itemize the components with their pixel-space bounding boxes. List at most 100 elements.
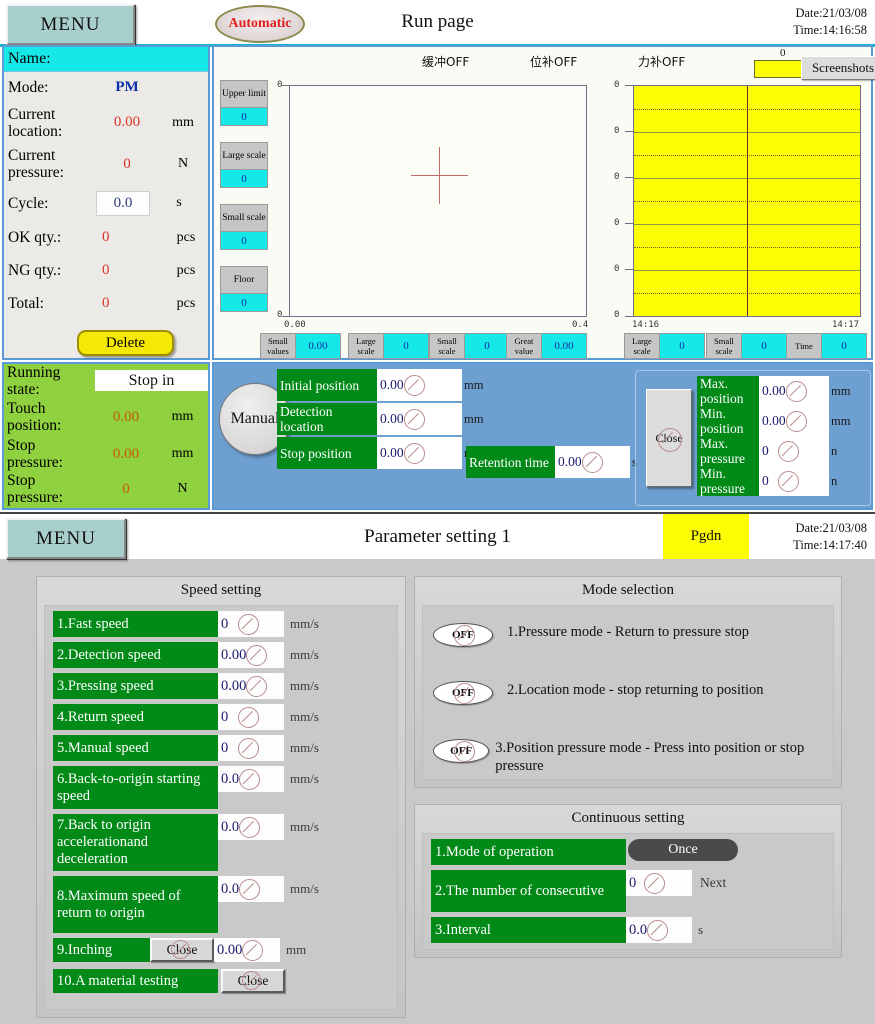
- scale-value[interactable]: 0: [220, 294, 268, 312]
- mode-toggle-location[interactable]: OFF: [433, 681, 493, 705]
- info-label: OK qty.:: [8, 229, 62, 246]
- readout-value[interactable]: 0.00: [296, 333, 341, 359]
- continuous-setting-title: Continuous setting: [571, 809, 685, 826]
- speed-row-max-return-speed[interactable]: 8.Maximum speed of return to origin 0.0 …: [53, 876, 319, 933]
- info-panel: Name: Mode: PM Current location: 0.00 mm…: [2, 45, 210, 360]
- menu-button[interactable]: MENU: [6, 4, 135, 45]
- field-input[interactable]: 0: [759, 436, 829, 466]
- right-plot-xtick-end: 14:17: [832, 320, 860, 330]
- scale-group-floor[interactable]: Floor 0: [220, 266, 268, 312]
- readout-value[interactable]: 0: [465, 333, 510, 359]
- row-input[interactable]: 0: [218, 735, 284, 761]
- prohibited-icon: [454, 625, 475, 646]
- field-min-position[interactable]: Min. position 0.00 mm: [697, 406, 850, 436]
- row-label: 1.Fast speed: [53, 611, 218, 637]
- delete-button[interactable]: Delete: [77, 330, 174, 356]
- readout-right-small-scale[interactable]: Small scale 0: [706, 333, 787, 359]
- field-detection-location[interactable]: Detection location 0.00 mm: [277, 403, 483, 435]
- readout-value[interactable]: 0: [384, 333, 429, 359]
- menu-button-2[interactable]: MENU: [6, 518, 126, 559]
- readout-great-value[interactable]: Great value 0.00: [506, 333, 587, 359]
- field-max-pressure[interactable]: Max. pressure 0 n: [697, 436, 837, 466]
- scale-value[interactable]: 0: [220, 108, 268, 126]
- row-input[interactable]: 0: [626, 870, 692, 896]
- row-unit: mm/s: [290, 616, 319, 631]
- readout-large-scale[interactable]: Large scale 0: [348, 333, 429, 359]
- row-label: 8.Maximum speed of return to origin: [53, 876, 218, 933]
- speed-row-detection-speed[interactable]: 2.Detection speed 0.00 mm/s: [53, 642, 319, 668]
- mode-toggle-position-pressure[interactable]: OFF: [433, 739, 490, 763]
- readout-right-time[interactable]: Time 0: [786, 333, 867, 359]
- field-stop-position[interactable]: Stop position 0.00 mm: [277, 437, 483, 469]
- row-input[interactable]: 0.00: [214, 938, 280, 962]
- field-value: 0.00: [380, 377, 404, 392]
- row-input[interactable]: 0.0: [218, 814, 284, 840]
- field-input[interactable]: 0.00: [555, 446, 630, 478]
- inching-close-button[interactable]: Close: [150, 938, 214, 962]
- field-input[interactable]: 0.00: [759, 376, 829, 406]
- page-down-button[interactable]: Pgdn: [663, 514, 749, 559]
- readout-label: Small values: [260, 333, 296, 359]
- speed-row-fast-speed[interactable]: 1.Fast speed 0 mm/s: [53, 611, 319, 637]
- scale-group-small-scale[interactable]: Small scale 0: [220, 204, 268, 250]
- prohibited-icon: [644, 872, 666, 894]
- field-input[interactable]: 0.00: [377, 403, 462, 435]
- field-min-pressure[interactable]: Min. pressure 0 n: [697, 466, 837, 496]
- speed-row-back-to-origin-accel[interactable]: 7.Back to origin accelerationand deceler…: [53, 814, 319, 871]
- continuous-row-interval[interactable]: 3.Interval 0.0 s: [431, 917, 703, 943]
- speed-row-material-testing[interactable]: 10.A material testing Close: [53, 969, 285, 993]
- field-input[interactable]: 0: [759, 466, 829, 496]
- scale-group-upper-limit[interactable]: Upper limit 0: [220, 80, 268, 126]
- readout-value[interactable]: 0: [822, 333, 867, 359]
- readout-value[interactable]: 0.00: [542, 333, 587, 359]
- readout-small-values[interactable]: Small values 0.00: [260, 333, 341, 359]
- continuous-row-mode-of-operation[interactable]: 1.Mode of operation Once: [431, 839, 738, 865]
- speed-row-back-to-origin-start[interactable]: 6.Back-to-origin starting speed 0.0 mm/s: [53, 766, 319, 809]
- date-value: 21/03/08: [822, 6, 867, 20]
- row-unit: mm/s: [290, 709, 319, 724]
- field-label: Max. position: [697, 376, 759, 406]
- mode-toggle-pressure[interactable]: OFF: [433, 623, 493, 647]
- scale-value[interactable]: 0: [220, 170, 268, 188]
- row-label: 10.A material testing: [53, 969, 218, 993]
- speed-row-pressing-speed[interactable]: 3.Pressing speed 0.00 mm/s: [53, 673, 319, 699]
- speed-row-inching[interactable]: 9.Inching Close 0.00 mm: [53, 938, 306, 962]
- name-field-row[interactable]: Name:: [4, 47, 208, 72]
- automatic-mode-button[interactable]: Automatic: [215, 5, 305, 43]
- mode-row-pressure-mode[interactable]: OFF 1.Pressure mode - Return to pressure…: [433, 623, 749, 647]
- readout-value[interactable]: 0: [660, 333, 705, 359]
- field-input[interactable]: 0.00: [377, 437, 462, 469]
- field-retention-time[interactable]: Retention time 0.00 s: [466, 446, 637, 478]
- speed-row-manual-speed[interactable]: 5.Manual speed 0 mm/s: [53, 735, 319, 761]
- field-input[interactable]: 0.00: [377, 369, 462, 401]
- material-testing-close-button[interactable]: Close: [221, 969, 285, 993]
- row-input[interactable]: 0.00: [218, 642, 284, 668]
- field-input[interactable]: 0.00: [759, 406, 829, 436]
- row-input[interactable]: 0.0: [218, 766, 284, 792]
- speed-row-return-speed[interactable]: 4.Return speed 0 mm/s: [53, 704, 319, 730]
- close-button[interactable]: Close: [646, 389, 692, 487]
- cycle-input[interactable]: 0.0: [96, 190, 150, 216]
- position-pressure-chart[interactable]: [289, 85, 587, 317]
- mode-selection-title: Mode selection: [581, 581, 675, 598]
- readout-small-scale[interactable]: Small scale 0: [429, 333, 510, 359]
- screenshots-button[interactable]: Screenshots: [801, 56, 875, 80]
- readout-right-large-scale[interactable]: Large scale 0: [624, 333, 705, 359]
- field-initial-position[interactable]: Initial position 0.00 mm: [277, 369, 483, 401]
- mode-row-position-pressure-mode[interactable]: OFF 3.Position pressure mode - Press int…: [433, 739, 833, 775]
- continuous-row-number-consecutive[interactable]: 2.The number of consecutive 0 Next: [431, 870, 726, 912]
- row-input[interactable]: 0: [218, 704, 284, 730]
- running-unit: N: [177, 481, 188, 496]
- pressure-time-chart[interactable]: [633, 85, 861, 317]
- scale-value[interactable]: 0: [220, 232, 268, 250]
- scale-button-column: Upper limit 0 Large scale 0 Small scale …: [220, 80, 268, 328]
- field-max-position[interactable]: Max. position 0.00 mm: [697, 376, 850, 406]
- row-input[interactable]: 0.0: [626, 917, 692, 943]
- mode-of-operation-button[interactable]: Once: [628, 839, 738, 861]
- mode-row-location-mode[interactable]: OFF 2.Location mode - stop returning to …: [433, 681, 764, 705]
- row-input[interactable]: 0: [218, 611, 284, 637]
- row-input[interactable]: 0.0: [218, 876, 284, 902]
- scale-group-large-scale[interactable]: Large scale 0: [220, 142, 268, 188]
- row-input[interactable]: 0.00: [218, 673, 284, 699]
- readout-value[interactable]: 0: [742, 333, 787, 359]
